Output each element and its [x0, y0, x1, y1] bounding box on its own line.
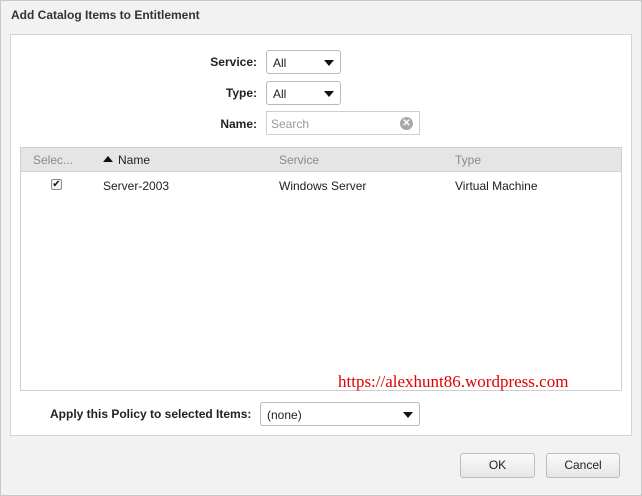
service-dropdown[interactable]: All: [266, 50, 341, 74]
row-type: Virtual Machine: [455, 179, 538, 193]
catalog-items-grid: Selec... Name Service Type ✔ Server-2003…: [20, 147, 622, 391]
name-search-field: ✕: [266, 111, 420, 135]
table-row[interactable]: ✔ Server-2003 Windows Server Virtual Mac…: [21, 173, 621, 197]
column-header-service[interactable]: Service: [279, 153, 319, 167]
chevron-down-icon: [324, 91, 334, 97]
chevron-down-icon: [403, 412, 413, 418]
dialog-titlebar: Add Catalog Items to Entitlement: [1, 1, 641, 31]
clear-search-icon[interactable]: ✕: [400, 117, 413, 130]
service-label: Service:: [210, 55, 257, 69]
policy-dropdown[interactable]: (none): [260, 402, 420, 426]
add-catalog-items-dialog: Add Catalog Items to Entitlement Service…: [0, 0, 642, 496]
column-header-type[interactable]: Type: [455, 153, 481, 167]
dialog-title: Add Catalog Items to Entitlement: [11, 8, 200, 22]
type-dropdown-value: All: [273, 87, 287, 101]
column-header-name-label: Name: [118, 153, 151, 167]
policy-dropdown-value: (none): [267, 408, 302, 422]
policy-label: Apply this Policy to selected Items:: [50, 407, 252, 421]
service-dropdown-value: All: [273, 56, 287, 70]
row-name: Server-2003: [103, 179, 170, 193]
name-search-input[interactable]: [271, 117, 391, 131]
name-label: Name:: [220, 117, 257, 131]
ok-button[interactable]: OK: [460, 453, 535, 478]
row-service: Windows Server: [279, 179, 367, 193]
watermark-url: https://alexhunt86.wordpress.com: [338, 372, 569, 391]
sort-ascending-icon: [103, 156, 113, 162]
checkmark-icon: ✔: [52, 179, 61, 190]
column-header-select[interactable]: Selec...: [33, 153, 73, 167]
cancel-button[interactable]: Cancel: [546, 453, 620, 478]
row-select-checkbox[interactable]: ✔: [51, 179, 62, 190]
type-label: Type:: [225, 86, 257, 100]
chevron-down-icon: [324, 60, 334, 66]
grid-header: Selec... Name Service Type: [21, 148, 621, 172]
type-dropdown[interactable]: All: [266, 81, 341, 105]
column-header-name[interactable]: Name: [103, 153, 150, 167]
